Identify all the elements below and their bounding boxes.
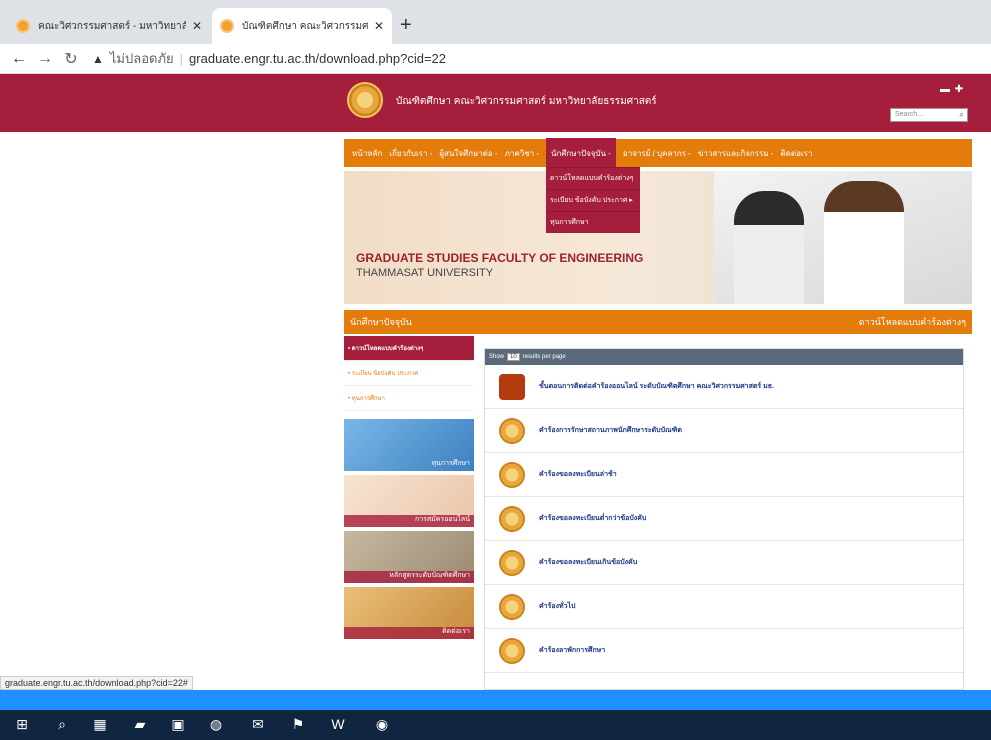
tab-strip: คณะวิศวกรรมศาสตร์ - มหาวิทยาลัยธ ✕ บัณฑิ… <box>0 0 991 44</box>
nav-item-current-students[interactable]: นักศึกษาปัจจุบัน - <box>546 137 616 169</box>
document-icon <box>499 505 525 532</box>
scholarship-banner[interactable]: ทุนการศึกษา <box>344 419 474 471</box>
nav-item-contact[interactable]: ติดต่อเรา <box>780 147 812 160</box>
dropdown-item-downloads[interactable]: ดาวน์โหลดแบบคำร้องต่างๆ <box>546 167 640 189</box>
back-arrow-icon[interactable]: ← <box>6 50 32 68</box>
section-left: นักศึกษาปัจจุบัน <box>350 317 412 327</box>
windows-start-icon[interactable]: ⊞ <box>12 714 32 734</box>
nav-item-prospective[interactable]: ผู้สนใจศึกษาต่อ - <box>439 147 497 160</box>
dropdown-item-regulations[interactable]: ระเบียบ ข้อบังคับ ประกาศ ▸ <box>546 189 640 211</box>
current-students-dropdown: ดาวน์โหลดแบบคำร้องต่างๆ ระเบียบ ข้อบังคั… <box>546 167 640 233</box>
acrobat-icon[interactable]: ⚑ <box>288 714 308 734</box>
online-application-banner[interactable]: การสมัครออนไลน์ <box>344 475 474 527</box>
store-icon[interactable]: ▣ <box>168 714 188 734</box>
banner-subtitle: THAMMASAT UNIVERSITY <box>356 267 494 279</box>
list-item[interactable]: ขั้นตอนการติดต่อคำร้องออนไลน์ ระดับบัณฑิ… <box>485 365 963 409</box>
programs-banner[interactable]: หลักสูตรระดับบัณฑิตศึกษา <box>344 531 474 583</box>
status-url: graduate.engr.tu.ac.th/download.php?cid=… <box>0 676 193 690</box>
task-view-icon[interactable]: ▦ <box>90 714 110 734</box>
close-tab-icon[interactable]: ✕ <box>374 19 384 33</box>
browser-tab-engineering[interactable]: คณะวิศวกรรมศาสตร์ - มหาวิทยาลัยธ ✕ <box>8 8 210 44</box>
downloads-list: Show 10 results per page ขั้นตอนการติดต่… <box>484 348 964 690</box>
nav-item-news[interactable]: ข่าวสารและกิจกรรม - <box>698 147 774 160</box>
list-item[interactable]: คำร้องขอลงทะเบียนต่ำกว่าข้อบังคับ <box>485 497 963 541</box>
dropdown-item-scholarships[interactable]: ทุนการศึกษา <box>546 211 640 233</box>
new-tab-button[interactable]: + <box>400 14 412 37</box>
browser-tab-graduate[interactable]: บัณฑิตศึกษา คณะวิศวกรรมศาสตร์ มห ✕ <box>212 8 392 44</box>
list-item[interactable]: คำร้องลาพักการศึกษา <box>485 629 963 673</box>
site-favicon-icon <box>220 19 234 33</box>
university-logo[interactable] <box>347 82 383 118</box>
search-icon[interactable]: ⌕ <box>52 714 72 734</box>
document-icon <box>499 461 525 488</box>
file-explorer-icon[interactable]: ▰ <box>130 714 150 734</box>
banner-title: GRADUATE STUDIES FACULTY OF ENGINEERING <box>356 251 644 265</box>
site-title: บัณฑิตศึกษา คณะวิศวกรรมศาสตร์ มหาวิทยาลั… <box>396 96 657 107</box>
per-page-select[interactable]: 10 <box>507 353 520 361</box>
document-icon <box>499 593 525 620</box>
document-icon <box>499 417 525 444</box>
nav-item-departments[interactable]: ภาควิชา - <box>505 147 539 160</box>
section-right: ดาวน์โหลดแบบคำร้องต่างๆ <box>858 317 966 327</box>
sidebar: • ดาวน์โหลดแบบคำร้องต่างๆ • ระเบียบ ข้อบ… <box>344 336 474 639</box>
warning-icon: ▲ <box>92 51 104 66</box>
reload-icon[interactable]: ↻ <box>58 49 84 69</box>
search-icon[interactable]: ⌕ <box>960 109 964 121</box>
sidebar-item-downloads[interactable]: • ดาวน์โหลดแบบคำร้องต่างๆ <box>344 336 474 361</box>
section-header: นักศึกษาปัจจุบัน ดาวน์โหลดแบบคำร้องต่างๆ <box>344 310 972 334</box>
web-page: บัณฑิตศึกษา คณะวิศวกรรมศาสตร์ มหาวิทยาลั… <box>0 74 991 690</box>
address-bar[interactable]: ▲ ไม่ปลอดภัย | graduate.engr.tu.ac.th/do… <box>92 48 446 70</box>
tab-title: คณะวิศวกรรมศาสตร์ - มหาวิทยาลัยธ <box>38 20 186 32</box>
security-label: ไม่ปลอดภัย <box>109 51 174 66</box>
list-item[interactable]: คำร้องการรักษาสถานภาพนักศึกษาระดับบัณฑิต <box>485 409 963 453</box>
nav-item-home[interactable]: หน้าหลัก <box>352 147 382 160</box>
document-icon <box>499 637 525 664</box>
word-icon[interactable]: W <box>328 714 348 734</box>
list-item[interactable]: คำร้องขอลงทะเบียนล่าช้า <box>485 453 963 497</box>
language-flags-icon[interactable]: ▬ ✚ <box>940 84 964 95</box>
nav-item-about[interactable]: เกี่ยวกับเรา - <box>389 147 432 160</box>
site-header: บัณฑิตศึกษา คณะวิศวกรรมศาสตร์ มหาวิทยาลั… <box>0 74 991 132</box>
contact-banner[interactable]: ติดต่อเรา <box>344 587 474 639</box>
sidebar-item-scholarships[interactable]: • ทุนการศึกษา <box>344 386 474 411</box>
forward-arrow-icon[interactable]: → <box>32 50 58 68</box>
list-item[interactable]: คำร้องทั่วไป <box>485 585 963 629</box>
list-controls: Show 10 results per page <box>485 349 963 365</box>
browser-toolbar: ← → ↻ ▲ ไม่ปลอดภัย | graduate.engr.tu.ac… <box>0 44 991 74</box>
chrome-icon[interactable]: ◉ <box>372 714 392 734</box>
taskbar: ⊞ ⌕ ▦ ▰ ▣ ◍ ✉ ⚑ W ◉ <box>0 690 991 740</box>
edge-icon[interactable]: ◍ <box>206 714 226 734</box>
tse-logo-icon <box>499 373 525 400</box>
list-item[interactable]: คำร้องขอลงทะเบียนเกินข้อบังคับ <box>485 541 963 585</box>
main-navigation: หน้าหลัก เกี่ยวกับเรา - ผู้สนใจศึกษาต่อ … <box>344 137 972 169</box>
url-text: graduate.engr.tu.ac.th/download.php?cid=… <box>189 51 446 66</box>
sidebar-item-regulations[interactable]: • ระเบียบ ข้อบังคับ ประกาศ <box>344 361 474 386</box>
hero-banner: GRADUATE STUDIES FACULTY OF ENGINEERING … <box>344 171 972 304</box>
nav-item-staff[interactable]: อาจารย์ / บุคลากร - <box>623 147 691 160</box>
site-favicon-icon <box>16 19 30 33</box>
close-tab-icon[interactable]: ✕ <box>192 19 202 33</box>
site-search-input[interactable]: Search... ⌕ <box>890 108 968 122</box>
document-icon <box>499 549 525 576</box>
mail-icon[interactable]: ✉ <box>248 714 268 734</box>
tab-title: บัณฑิตศึกษา คณะวิศวกรรมศาสตร์ มห <box>242 20 368 32</box>
